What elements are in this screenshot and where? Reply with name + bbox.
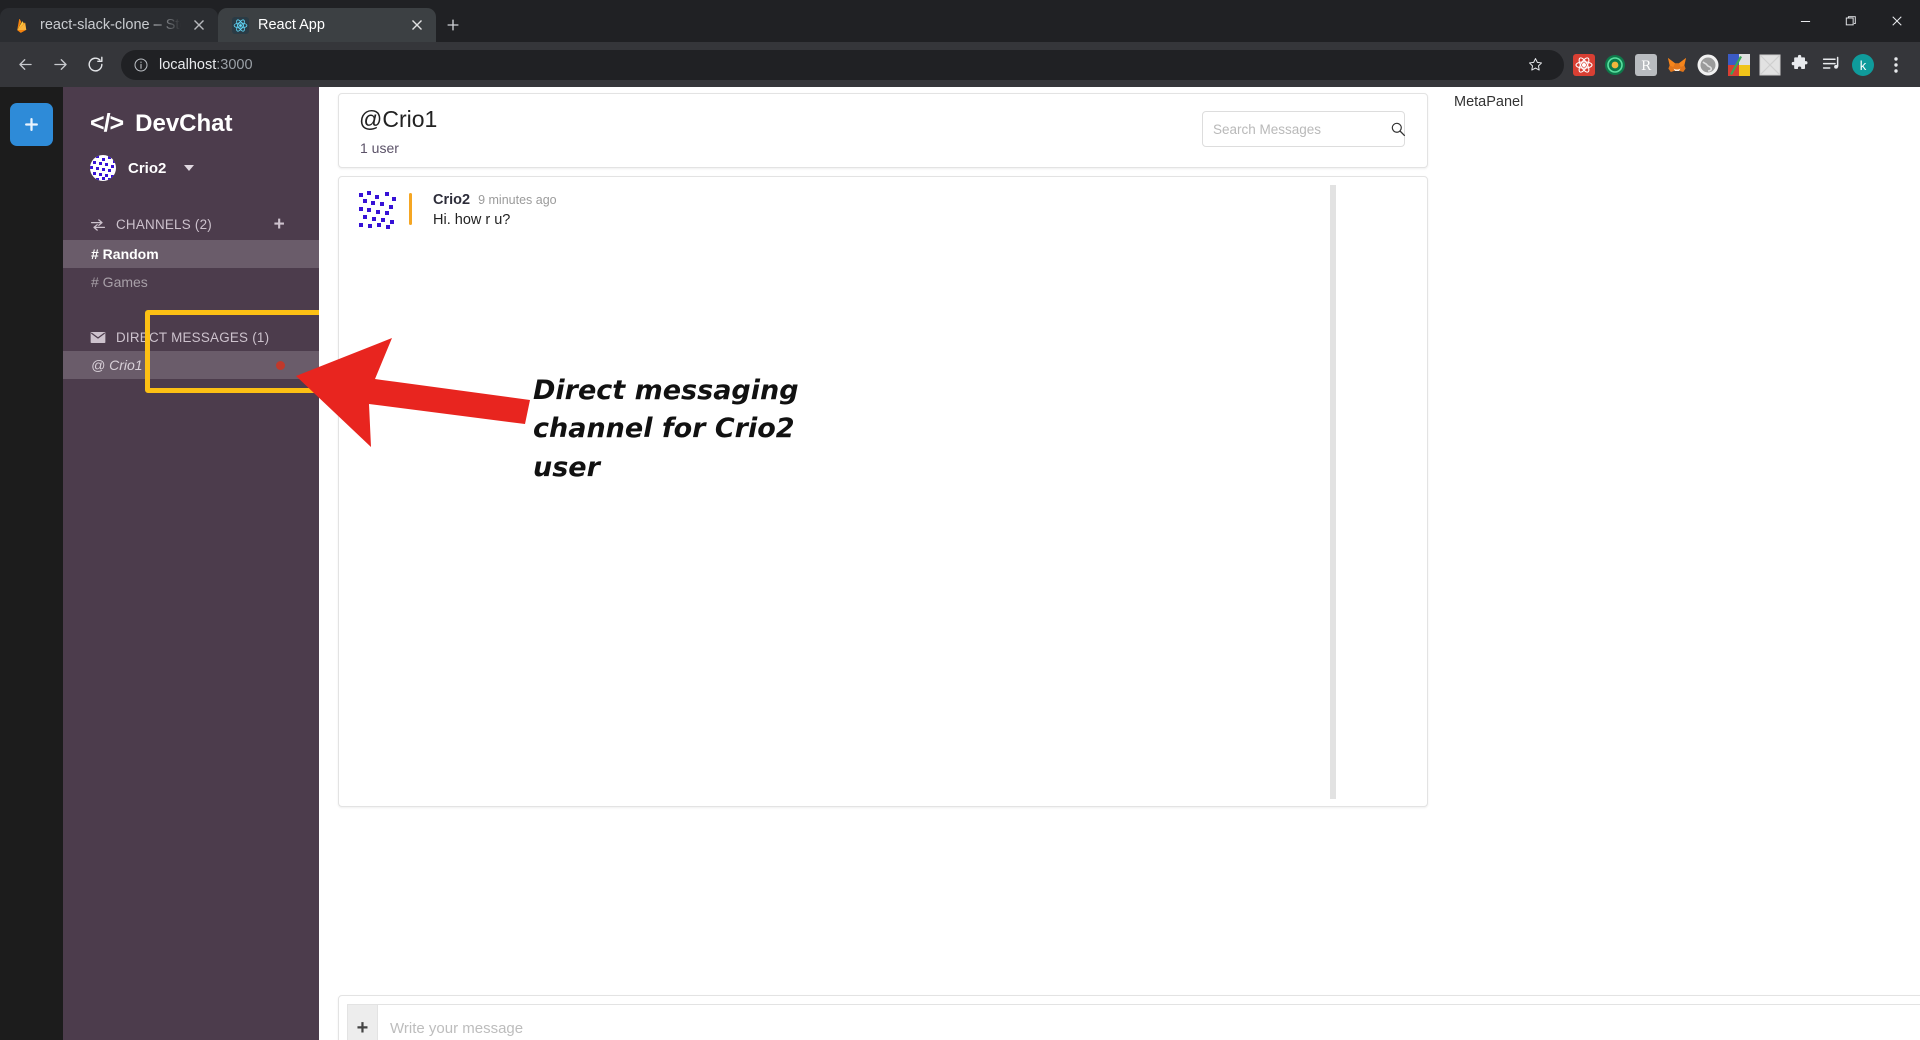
puzzle-piece-icon[interactable] — [1790, 54, 1812, 76]
tab-title: React App — [258, 17, 325, 33]
user-count: 1 user — [360, 140, 399, 156]
attach-button[interactable]: + — [347, 1004, 377, 1040]
maximize-button[interactable] — [1828, 0, 1874, 42]
metamask-fox-icon[interactable] — [1666, 54, 1688, 76]
back-arrow-icon[interactable] — [9, 49, 41, 81]
search-input[interactable] — [1213, 121, 1390, 137]
sidebar: </> DevChat Crio2 CHANNELS (2) + # Rando… — [63, 87, 353, 1040]
message-accent-bar — [409, 193, 412, 225]
react-icon — [232, 16, 249, 34]
message-body: Crio2 9 minutes ago Hi. how r u? — [433, 191, 557, 229]
search-messages-box[interactable] — [1202, 111, 1406, 147]
playlist-icon[interactable] — [1821, 54, 1843, 76]
sidebar-item-games[interactable]: # Games — [63, 268, 319, 296]
crossed-square-icon[interactable] — [1759, 54, 1781, 76]
three-dots-vertical-icon[interactable] — [1883, 50, 1909, 80]
profile-avatar[interactable]: k — [1852, 53, 1874, 76]
sidebar-item-dm-crio1[interactable]: @ Crio1 — [63, 351, 319, 379]
workspace-rail — [0, 87, 63, 1040]
browser-window: react-slack-clone – Storage – Fire React… — [0, 0, 1920, 1040]
avatar — [359, 191, 397, 229]
current-user-name: Crio2 — [128, 159, 167, 177]
avatar — [90, 155, 116, 181]
svg-text:R: R — [1641, 59, 1652, 74]
url-port: :3000 — [216, 56, 253, 73]
address-bar[interactable]: localhost:3000 — [121, 49, 1564, 80]
url-text: localhost:3000 — [159, 57, 253, 73]
url-host: localhost — [159, 56, 217, 73]
composer-input-row: + — [347, 1004, 1920, 1040]
colorful-paint-icon[interactable] — [1728, 53, 1750, 76]
direct-messages-section: DIRECT MESSAGES (1) @ Crio1 — [63, 310, 353, 393]
message-text: Hi. how r u? — [433, 212, 511, 228]
message-meta: Crio2 9 minutes ago — [433, 192, 557, 208]
chevron-down-icon[interactable] — [184, 165, 195, 171]
tab-title: react-slack-clone – Storage – Fire — [40, 17, 181, 33]
search-icon[interactable] — [1390, 121, 1406, 137]
panel-divider — [1330, 185, 1336, 799]
message-author: Crio2 — [433, 192, 471, 208]
message-composer: + Add Reply — [338, 995, 1920, 1040]
page-title: @Crio1 — [359, 106, 438, 132]
add-workspace-button[interactable] — [10, 103, 53, 146]
message-input-wrap[interactable] — [377, 1004, 1920, 1040]
minimize-button[interactable] — [1782, 0, 1828, 42]
exchange-arrows-icon — [90, 217, 106, 233]
add-channel-button[interactable]: + — [274, 215, 285, 234]
app-brand: </> DevChat — [63, 87, 319, 138]
window-controls — [1782, 0, 1920, 42]
status-badge — [276, 360, 285, 370]
message-input[interactable] — [390, 1019, 1920, 1037]
user-menu[interactable]: Crio2 — [63, 138, 319, 181]
main-content: @Crio1 1 user Search Messages Crio2 9 mi… — [319, 87, 1920, 1040]
code-brackets-icon: </> — [90, 109, 124, 137]
extension-icons: R k — [1573, 50, 1911, 80]
dm-header: DIRECT MESSAGES (1) — [63, 324, 319, 351]
reload-icon[interactable] — [79, 49, 111, 81]
grayscale-globe-icon[interactable] — [1697, 54, 1719, 76]
message-timestamp: 9 minutes ago — [478, 193, 557, 207]
envelope-icon — [90, 331, 106, 344]
svg-text:k: k — [1860, 58, 1867, 73]
tab-strip: react-slack-clone – Storage – Fire React… — [0, 0, 1920, 42]
info-circle-icon[interactable] — [133, 57, 149, 73]
channels-section: CHANNELS (2) + # Random # Games — [63, 209, 319, 296]
channels-label: CHANNELS (2) — [116, 217, 213, 232]
target-rings-icon[interactable] — [1604, 54, 1626, 76]
react-devtools-icon[interactable] — [1573, 53, 1595, 76]
meta-panel-label: MetaPanel — [1454, 94, 1524, 110]
dm-label: DIRECT MESSAGES (1) — [116, 330, 270, 345]
app-title: DevChat — [135, 109, 233, 137]
browser-tab-react-app[interactable]: React App — [218, 8, 436, 42]
messages-panel[interactable]: Crio2 9 minutes ago Hi. how r u? — [338, 176, 1428, 807]
close-icon[interactable] — [408, 16, 426, 34]
forward-arrow-icon[interactable] — [44, 49, 76, 81]
app-viewport: </> DevChat Crio2 CHANNELS (2) + # Rando… — [0, 87, 1920, 1040]
redux-devtools-icon[interactable]: R — [1635, 53, 1657, 76]
new-tab-button[interactable] — [436, 8, 470, 42]
dm-item-label: @ Crio1 — [91, 357, 143, 373]
close-button[interactable] — [1874, 0, 1920, 42]
browser-tab-firebase[interactable]: react-slack-clone – Storage – Fire — [0, 8, 218, 42]
channel-header: @Crio1 1 user — [338, 93, 1428, 168]
firebase-icon — [14, 17, 31, 34]
star-icon[interactable] — [1521, 51, 1549, 79]
sidebar-item-random[interactable]: # Random — [63, 240, 319, 268]
browser-toolbar: localhost:3000 R k — [0, 42, 1920, 87]
message-item: Crio2 9 minutes ago Hi. how r u? — [339, 177, 1427, 229]
meta-panel: MetaPanel — [1454, 93, 1920, 133]
channels-header: CHANNELS (2) + — [63, 209, 319, 240]
close-icon[interactable] — [190, 16, 208, 34]
